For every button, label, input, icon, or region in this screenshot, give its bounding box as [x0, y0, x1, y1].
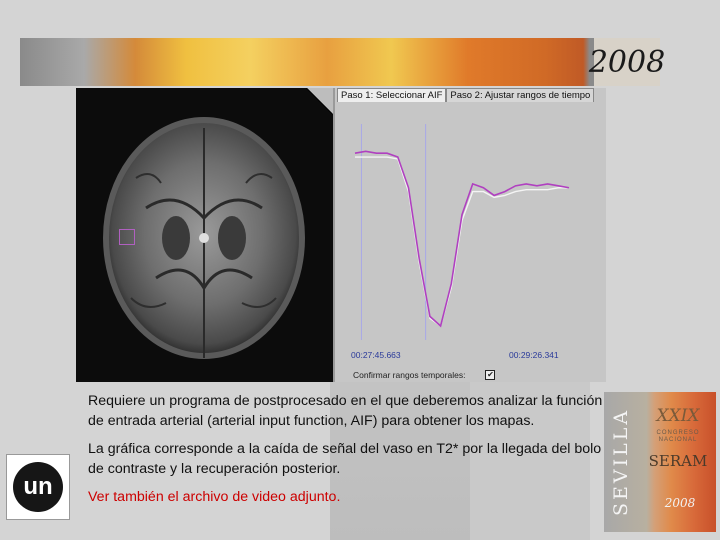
brain-scan-image — [103, 117, 305, 359]
confirm-range-checkbox[interactable]: ✔ — [485, 370, 496, 380]
confirm-range-row: Confirmar rangos temporales: ✔ — [353, 370, 496, 380]
university-logo: un — [6, 454, 70, 520]
banner-year: 2008 — [589, 38, 665, 86]
poster-edition: XXIX — [656, 406, 700, 426]
logo-mark: un — [13, 462, 63, 512]
poster-city: SEVILLA — [610, 407, 632, 517]
aif-curve-fit — [355, 156, 569, 328]
aif-roi-marker[interactable] — [119, 229, 135, 245]
congress-poster: SEVILLA XXIX CONGRESO NACIONAL SERAM 200… — [604, 392, 716, 532]
video-link-text[interactable]: Ver también el archivo de video adjunto. — [88, 488, 608, 508]
aif-curve-measured — [354, 150, 570, 328]
aif-chart — [349, 108, 604, 340]
mri-image — [76, 88, 333, 382]
slide-text: Requiere un programa de postprocesado en… — [88, 392, 608, 517]
poster-year: 2008 — [664, 496, 696, 510]
time-range-labels: 00:27:45.663 00:29:26.341 — [349, 350, 604, 362]
tab-step-1[interactable]: Paso 1: Seleccionar AIF — [337, 88, 447, 102]
time-start-label: 00:27:45.663 — [351, 350, 401, 360]
perfusion-viewer: Paso 1: Seleccionar AIF Paso 2: Ajustar … — [76, 88, 606, 382]
graph-panel: Paso 1: Seleccionar AIF Paso 2: Ajustar … — [333, 88, 606, 382]
poster-society: SERAM — [648, 452, 708, 470]
poster-subtitle: CONGRESO NACIONAL — [656, 430, 700, 443]
step-tabs: Paso 1: Seleccionar AIF Paso 2: Ajustar … — [337, 88, 595, 102]
aif-chart-svg — [354, 124, 570, 340]
time-end-label: 00:29:26.341 — [509, 350, 559, 360]
confirm-range-label: Confirmar rangos temporales: — [353, 370, 466, 380]
header-banner: 2008 — [20, 38, 665, 86]
paragraph-2: La gráfica corresponde a la caída de señ… — [88, 441, 602, 477]
paragraph-1: Requiere un programa de postprocesado en… — [88, 393, 603, 429]
tab-step-2[interactable]: Paso 2: Ajustar rangos de tiempo — [446, 88, 595, 102]
